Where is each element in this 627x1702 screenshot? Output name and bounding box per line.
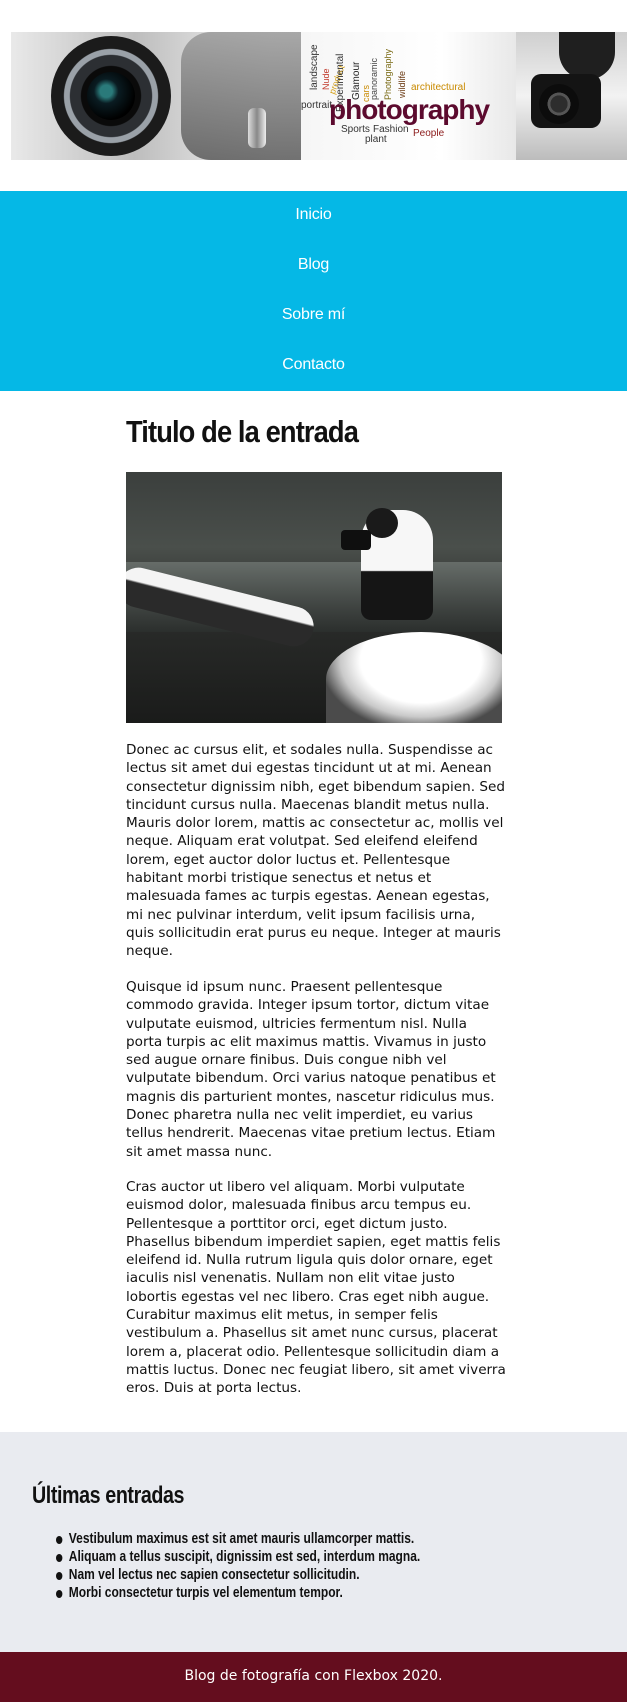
post-paragraph: Quisque id ipsum nunc. Praesent pellente… [126,979,496,1160]
word-landscape: landscape [309,44,320,90]
site-header: landscape portrait Nude product Experime… [0,0,627,190]
lens-glass [87,72,135,120]
word-photography-main: photography [329,94,490,125]
word-plant: plant [365,134,387,145]
post-title: Titulo de la entrada [126,414,359,449]
latest-entry-link[interactable]: Morbi consectetur turpis vel elementum t… [56,1584,420,1602]
nav-link-contacto[interactable]: Contacto [0,356,627,374]
word-portrait: portrait [301,100,333,111]
ring-image [248,108,266,148]
hand-image [181,32,301,160]
main-nav: Inicio Blog Sobre mí Contacto [0,191,627,391]
photographer-camera-lens [539,84,579,124]
nav-link-sobre-mi[interactable]: Sobre mí [0,306,627,324]
post-paragraph: Cras auctor ut libero vel aliquam. Morbi… [126,1179,506,1397]
word-people: People [413,128,445,139]
latest-entry-link[interactable]: Vestibulum maximus est sit amet mauris u… [56,1530,420,1548]
footer-text: Blog de fotografía con Flexbox 2020. [184,1668,443,1684]
photographer-figure-camera [341,530,371,550]
nav-link-inicio[interactable]: Inicio [0,206,627,224]
nav-link-blog[interactable]: Blog [0,256,627,274]
word-cloud: landscape portrait Nude product Experime… [301,42,521,152]
site-footer: Blog de fotografía con Flexbox 2020. [0,1652,627,1702]
snowy-rock [326,632,502,723]
post-paragraph: Donec ac cursus elit, et sodales nulla. … [126,742,505,960]
word-photography-small: Photography [383,48,393,100]
header-banner-image: landscape portrait Nude product Experime… [11,32,627,160]
latest-entries-title: Últimas entradas [32,1482,185,1509]
latest-entries-section: Últimas entradas Vestibulum maximus est … [0,1432,627,1652]
latest-entry-link[interactable]: Aliquam a tellus suscipit, dignissim est… [56,1548,420,1566]
post-image [126,472,502,723]
latest-entries-list: Vestibulum maximus est sit amet mauris u… [56,1530,511,1602]
latest-entry-link[interactable]: Nam vel lectus nec sapien consectetur so… [56,1566,420,1584]
word-architectural: architectural [411,82,466,93]
